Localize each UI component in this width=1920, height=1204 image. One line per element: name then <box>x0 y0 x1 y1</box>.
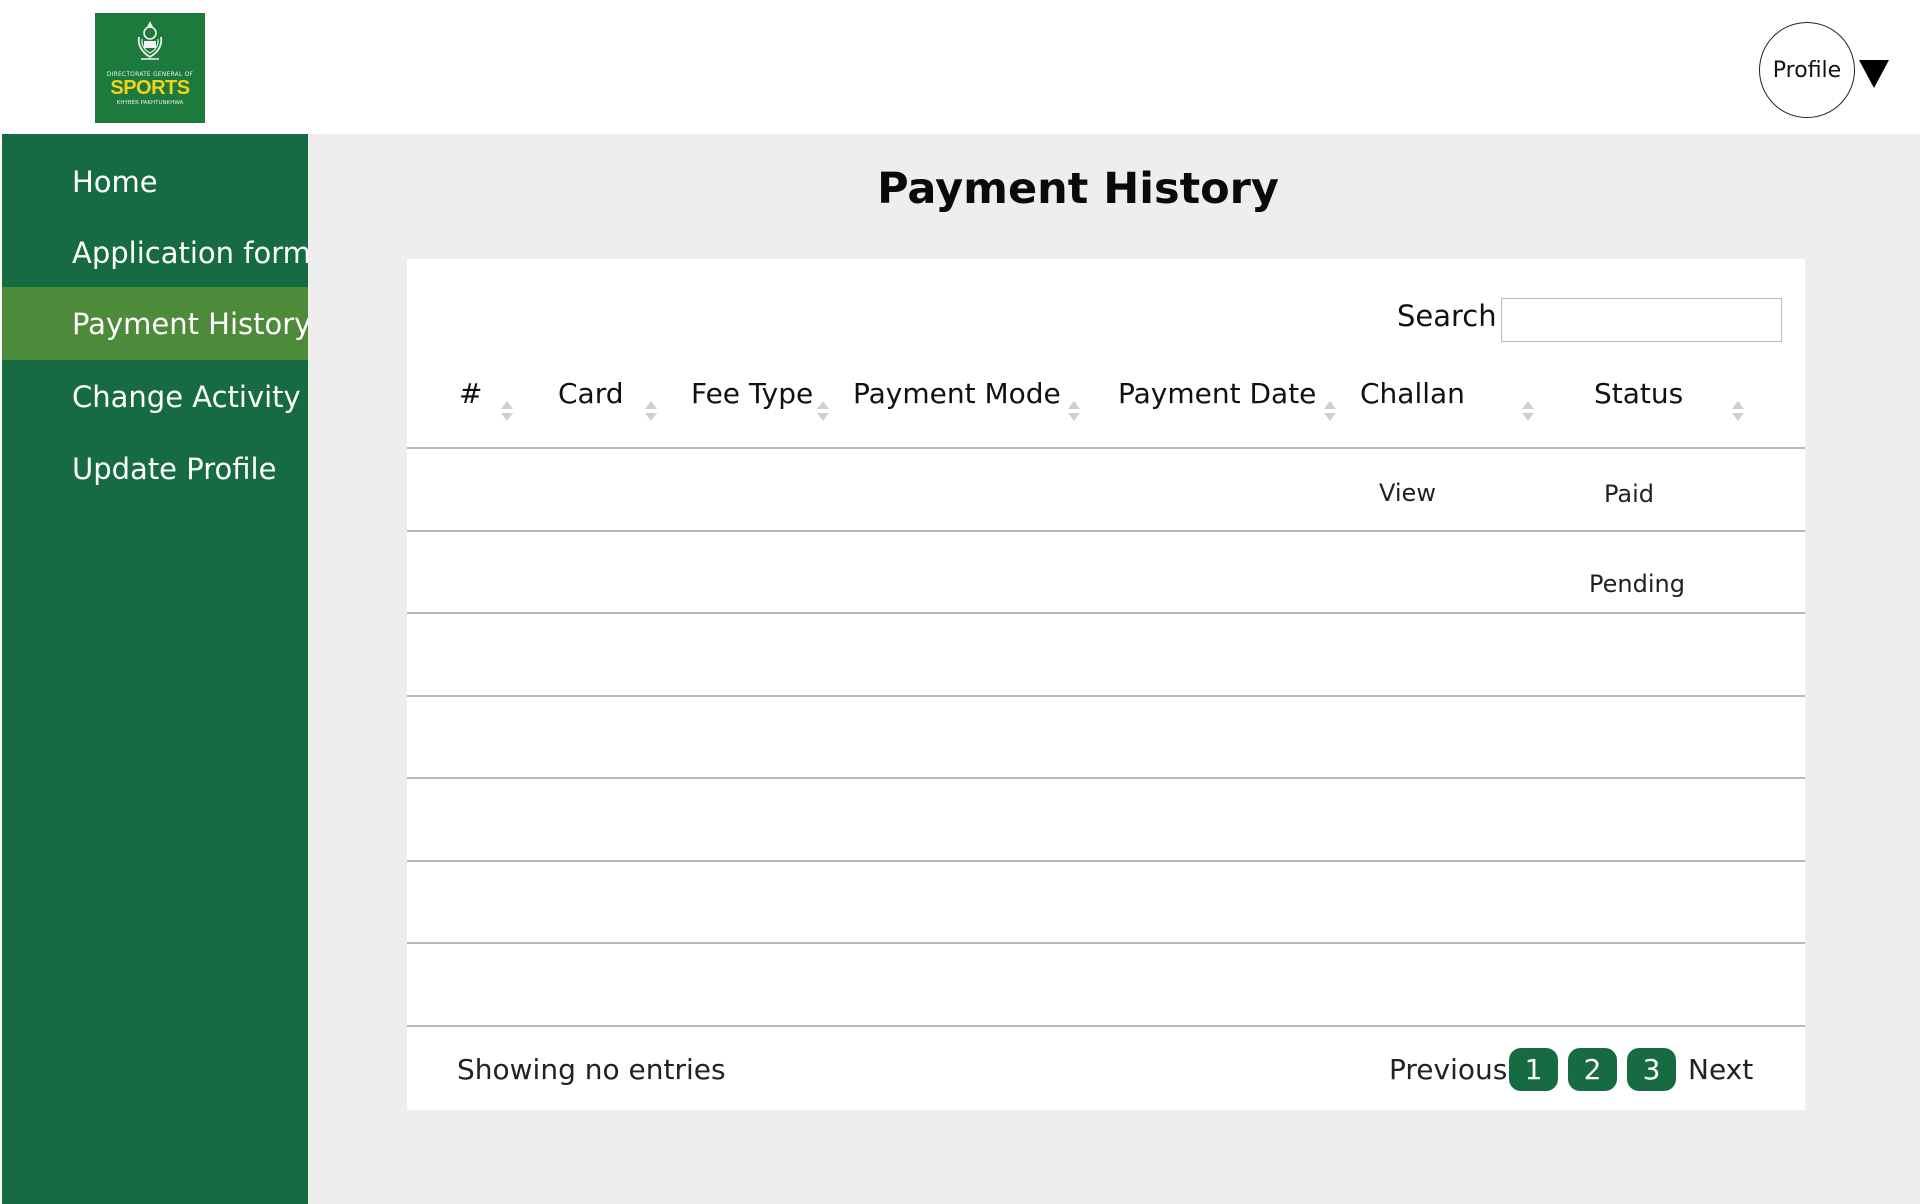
sidebar-item-label: Home <box>72 165 158 199</box>
sidebar-item-label: Payment History <box>72 306 312 341</box>
page-3-button[interactable]: 3 <box>1627 1048 1676 1091</box>
sort-icon[interactable] <box>1522 401 1534 423</box>
sidebar-item-label: Change Activity <box>72 380 301 414</box>
sort-icon[interactable] <box>645 401 657 423</box>
sort-icon[interactable] <box>1732 401 1744 423</box>
table-row-divider <box>407 695 1805 697</box>
sidebar-item-change-activity[interactable]: Change Activity <box>2 369 308 425</box>
sidebar-item-payment-history[interactable]: Payment History <box>2 287 312 360</box>
table-row-divider <box>407 612 1805 614</box>
page-title: Payment History <box>877 164 1279 214</box>
payment-table-card: Search # Card Fee Type Payment Mode Paym… <box>407 259 1805 1110</box>
header-divider <box>407 447 1805 449</box>
table-row-divider <box>407 860 1805 862</box>
logo-title: SPORTS <box>110 77 190 99</box>
search-input[interactable] <box>1501 298 1782 342</box>
table-row-divider <box>407 530 1805 532</box>
main-content: Payment History Search # Card Fee Type P… <box>308 134 1920 1204</box>
emblem-icon <box>137 21 163 60</box>
column-header-card[interactable]: Card <box>558 377 624 410</box>
sidebar-item-label: Update Profile <box>72 452 277 486</box>
top-header: DIRECTORATE GENERAL OF SPORTS KHYBER PAK… <box>0 0 1920 134</box>
sort-icon[interactable] <box>1324 401 1336 423</box>
logo-region: KHYBER PAKHTUNKHWA <box>116 100 184 106</box>
sidebar: Home Application form Payment History Ch… <box>2 134 312 1204</box>
column-header-status[interactable]: Status <box>1594 377 1683 410</box>
sidebar-item-label: Application form <box>72 236 311 270</box>
search-label: Search <box>1397 299 1497 333</box>
challan-view-link[interactable]: View <box>1379 479 1436 507</box>
sort-icon[interactable] <box>817 401 829 423</box>
column-header-number[interactable]: # <box>459 377 482 410</box>
column-header-challan[interactable]: Challan <box>1360 377 1465 410</box>
column-header-fee-type[interactable]: Fee Type <box>691 377 813 410</box>
profile-button[interactable]: Profile <box>1759 22 1855 118</box>
table-row-divider <box>407 777 1805 779</box>
table-info: Showing no entries <box>457 1053 726 1086</box>
previous-page-button[interactable]: Previous <box>1389 1053 1507 1086</box>
page-2-button[interactable]: 2 <box>1568 1048 1617 1091</box>
status-badge: Paid <box>1604 480 1655 508</box>
status-badge: Pending <box>1589 570 1685 598</box>
column-header-payment-date[interactable]: Payment Date <box>1118 377 1316 410</box>
sort-icon[interactable] <box>1068 401 1080 423</box>
sidebar-item-home[interactable]: Home <box>2 154 308 210</box>
table-row-divider <box>407 942 1805 944</box>
sidebar-item-update-profile[interactable]: Update Profile <box>2 441 308 497</box>
sidebar-item-application-form[interactable]: Application form <box>2 225 311 281</box>
sort-icon[interactable] <box>501 401 513 423</box>
page-1-button[interactable]: 1 <box>1509 1048 1558 1091</box>
caret-down-icon[interactable] <box>1859 60 1889 88</box>
sports-logo[interactable]: DIRECTORATE GENERAL OF SPORTS KHYBER PAK… <box>95 13 205 123</box>
column-header-payment-mode[interactable]: Payment Mode <box>853 377 1061 410</box>
profile-label: Profile <box>1772 57 1842 83</box>
next-page-button[interactable]: Next <box>1688 1053 1753 1086</box>
table-row-divider <box>407 1025 1805 1027</box>
